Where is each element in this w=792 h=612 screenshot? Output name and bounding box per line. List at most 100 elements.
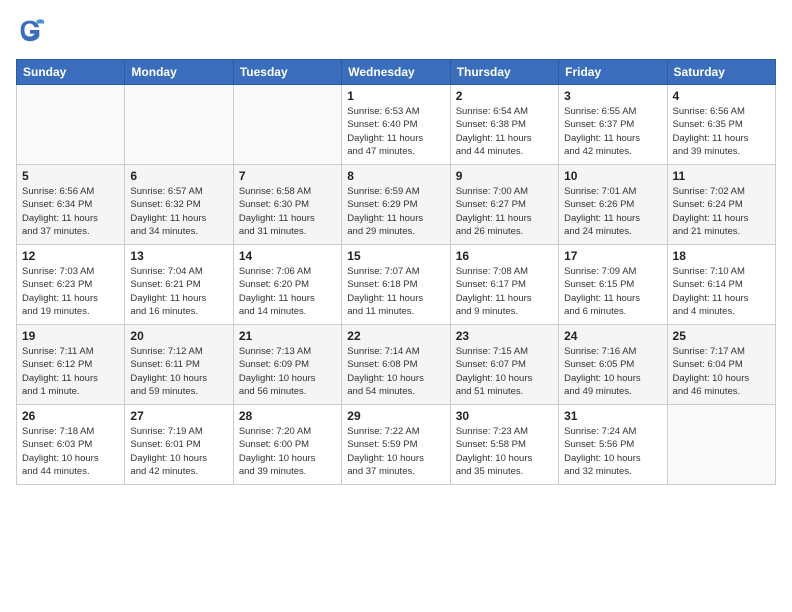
day-info: Sunrise: 6:56 AM Sunset: 6:35 PM Dayligh… bbox=[673, 105, 770, 158]
day-number: 20 bbox=[130, 329, 227, 343]
day-info: Sunrise: 7:14 AM Sunset: 6:08 PM Dayligh… bbox=[347, 345, 444, 398]
calendar-cell: 4 Sunrise: 6:56 AM Sunset: 6:35 PM Daylig… bbox=[667, 85, 775, 165]
calendar-cell: 31 Sunrise: 7:24 AM Sunset: 5:56 PM Dayli… bbox=[559, 405, 667, 485]
day-info: Sunrise: 7:07 AM Sunset: 6:18 PM Dayligh… bbox=[347, 265, 444, 318]
day-info: Sunrise: 7:12 AM Sunset: 6:11 PM Dayligh… bbox=[130, 345, 227, 398]
calendar-week-row: 26 Sunrise: 7:18 AM Sunset: 6:03 PM Dayli… bbox=[17, 405, 776, 485]
calendar-cell: 25Sunrise: 7:17 AM Sunset: 6:04 PM Dayli… bbox=[667, 325, 775, 405]
weekday-header-tuesday: Tuesday bbox=[233, 60, 341, 85]
calendar-cell: 30 Sunrise: 7:23 AM Sunset: 5:58 PM Dayli… bbox=[450, 405, 558, 485]
calendar-cell: 11 Sunrise: 7:02 AM Sunset: 6:24 PM Dayli… bbox=[667, 165, 775, 245]
calendar-cell bbox=[125, 85, 233, 165]
day-info: Sunrise: 6:59 AM Sunset: 6:29 PM Dayligh… bbox=[347, 185, 444, 238]
calendar-cell: 27 Sunrise: 7:19 AM Sunset: 6:01 PM Dayli… bbox=[125, 405, 233, 485]
day-info: Sunrise: 7:11 AM Sunset: 6:12 PM Dayligh… bbox=[22, 345, 119, 398]
logo bbox=[16, 16, 48, 49]
day-info: Sunrise: 7:17 AM Sunset: 6:04 PM Dayligh… bbox=[673, 345, 770, 398]
day-number: 16 bbox=[456, 249, 553, 263]
weekday-header-thursday: Thursday bbox=[450, 60, 558, 85]
header bbox=[16, 16, 776, 49]
day-info: Sunrise: 7:10 AM Sunset: 6:14 PM Dayligh… bbox=[673, 265, 770, 318]
calendar-cell: 10Sunrise: 7:01 AM Sunset: 6:26 PM Dayli… bbox=[559, 165, 667, 245]
day-number: 17 bbox=[564, 249, 661, 263]
day-number: 29 bbox=[347, 409, 444, 423]
calendar-cell: 8Sunrise: 6:59 AM Sunset: 6:29 PM Daylig… bbox=[342, 165, 450, 245]
day-info: Sunrise: 7:18 AM Sunset: 6:03 PM Dayligh… bbox=[22, 425, 119, 478]
day-info: Sunrise: 7:02 AM Sunset: 6:24 PM Dayligh… bbox=[673, 185, 770, 238]
calendar-cell: 22 Sunrise: 7:14 AM Sunset: 6:08 PM Dayli… bbox=[342, 325, 450, 405]
calendar-cell: 18Sunrise: 7:10 AM Sunset: 6:14 PM Dayli… bbox=[667, 245, 775, 325]
calendar-cell: 3 Sunrise: 6:55 AM Sunset: 6:37 PM Daylig… bbox=[559, 85, 667, 165]
calendar-cell: 29 Sunrise: 7:22 AM Sunset: 5:59 PM Dayli… bbox=[342, 405, 450, 485]
logo-icon bbox=[16, 16, 44, 49]
calendar-cell: 26 Sunrise: 7:18 AM Sunset: 6:03 PM Dayli… bbox=[17, 405, 125, 485]
day-info: Sunrise: 7:24 AM Sunset: 5:56 PM Dayligh… bbox=[564, 425, 661, 478]
calendar-cell: 17 Sunrise: 7:09 AM Sunset: 6:15 PM Dayli… bbox=[559, 245, 667, 325]
day-number: 3 bbox=[564, 89, 661, 103]
day-number: 5 bbox=[22, 169, 119, 183]
day-number: 6 bbox=[130, 169, 227, 183]
calendar-table: SundayMondayTuesdayWednesdayThursdayFrid… bbox=[16, 59, 776, 485]
day-info: Sunrise: 6:54 AM Sunset: 6:38 PM Dayligh… bbox=[456, 105, 553, 158]
day-info: Sunrise: 7:22 AM Sunset: 5:59 PM Dayligh… bbox=[347, 425, 444, 478]
day-number: 13 bbox=[130, 249, 227, 263]
day-info: Sunrise: 6:58 AM Sunset: 6:30 PM Dayligh… bbox=[239, 185, 336, 238]
day-info: Sunrise: 7:01 AM Sunset: 6:26 PM Dayligh… bbox=[564, 185, 661, 238]
day-number: 12 bbox=[22, 249, 119, 263]
calendar-week-row: 1 Sunrise: 6:53 AM Sunset: 6:40 PM Daylig… bbox=[17, 85, 776, 165]
calendar-header-row: SundayMondayTuesdayWednesdayThursdayFrid… bbox=[17, 60, 776, 85]
day-info: Sunrise: 7:16 AM Sunset: 6:05 PM Dayligh… bbox=[564, 345, 661, 398]
calendar-cell: 12 Sunrise: 7:03 AM Sunset: 6:23 PM Dayli… bbox=[17, 245, 125, 325]
day-number: 28 bbox=[239, 409, 336, 423]
weekday-header-saturday: Saturday bbox=[667, 60, 775, 85]
calendar-cell: 14 Sunrise: 7:06 AM Sunset: 6:20 PM Dayli… bbox=[233, 245, 341, 325]
calendar-cell: 28 Sunrise: 7:20 AM Sunset: 6:00 PM Dayli… bbox=[233, 405, 341, 485]
calendar-cell: 21 Sunrise: 7:13 AM Sunset: 6:09 PM Dayli… bbox=[233, 325, 341, 405]
day-number: 27 bbox=[130, 409, 227, 423]
day-number: 22 bbox=[347, 329, 444, 343]
day-info: Sunrise: 7:15 AM Sunset: 6:07 PM Dayligh… bbox=[456, 345, 553, 398]
day-number: 21 bbox=[239, 329, 336, 343]
calendar-cell: 2 Sunrise: 6:54 AM Sunset: 6:38 PM Daylig… bbox=[450, 85, 558, 165]
day-info: Sunrise: 7:09 AM Sunset: 6:15 PM Dayligh… bbox=[564, 265, 661, 318]
day-info: Sunrise: 6:57 AM Sunset: 6:32 PM Dayligh… bbox=[130, 185, 227, 238]
day-info: Sunrise: 7:03 AM Sunset: 6:23 PM Dayligh… bbox=[22, 265, 119, 318]
day-info: Sunrise: 7:08 AM Sunset: 6:17 PM Dayligh… bbox=[456, 265, 553, 318]
day-number: 2 bbox=[456, 89, 553, 103]
day-number: 14 bbox=[239, 249, 336, 263]
day-number: 31 bbox=[564, 409, 661, 423]
calendar-cell bbox=[667, 405, 775, 485]
calendar-week-row: 19 Sunrise: 7:11 AM Sunset: 6:12 PM Dayli… bbox=[17, 325, 776, 405]
calendar-cell: 15Sunrise: 7:07 AM Sunset: 6:18 PM Dayli… bbox=[342, 245, 450, 325]
day-number: 4 bbox=[673, 89, 770, 103]
day-number: 19 bbox=[22, 329, 119, 343]
day-info: Sunrise: 6:53 AM Sunset: 6:40 PM Dayligh… bbox=[347, 105, 444, 158]
day-info: Sunrise: 6:56 AM Sunset: 6:34 PM Dayligh… bbox=[22, 185, 119, 238]
calendar-cell: 16 Sunrise: 7:08 AM Sunset: 6:17 PM Dayli… bbox=[450, 245, 558, 325]
day-number: 24 bbox=[564, 329, 661, 343]
day-number: 30 bbox=[456, 409, 553, 423]
day-number: 9 bbox=[456, 169, 553, 183]
weekday-header-sunday: Sunday bbox=[17, 60, 125, 85]
calendar-cell: 1 Sunrise: 6:53 AM Sunset: 6:40 PM Daylig… bbox=[342, 85, 450, 165]
day-info: Sunrise: 6:55 AM Sunset: 6:37 PM Dayligh… bbox=[564, 105, 661, 158]
day-number: 23 bbox=[456, 329, 553, 343]
calendar-cell: 23 Sunrise: 7:15 AM Sunset: 6:07 PM Dayli… bbox=[450, 325, 558, 405]
day-info: Sunrise: 7:13 AM Sunset: 6:09 PM Dayligh… bbox=[239, 345, 336, 398]
day-info: Sunrise: 7:23 AM Sunset: 5:58 PM Dayligh… bbox=[456, 425, 553, 478]
calendar-cell: 5 Sunrise: 6:56 AM Sunset: 6:34 PM Daylig… bbox=[17, 165, 125, 245]
calendar-cell: 9 Sunrise: 7:00 AM Sunset: 6:27 PM Daylig… bbox=[450, 165, 558, 245]
day-info: Sunrise: 7:20 AM Sunset: 6:00 PM Dayligh… bbox=[239, 425, 336, 478]
day-number: 11 bbox=[673, 169, 770, 183]
day-info: Sunrise: 7:19 AM Sunset: 6:01 PM Dayligh… bbox=[130, 425, 227, 478]
weekday-header-monday: Monday bbox=[125, 60, 233, 85]
day-info: Sunrise: 7:00 AM Sunset: 6:27 PM Dayligh… bbox=[456, 185, 553, 238]
day-number: 26 bbox=[22, 409, 119, 423]
calendar-cell: 20 Sunrise: 7:12 AM Sunset: 6:11 PM Dayli… bbox=[125, 325, 233, 405]
calendar-cell: 13Sunrise: 7:04 AM Sunset: 6:21 PM Dayli… bbox=[125, 245, 233, 325]
calendar-cell: 7Sunrise: 6:58 AM Sunset: 6:30 PM Daylig… bbox=[233, 165, 341, 245]
day-number: 1 bbox=[347, 89, 444, 103]
calendar-cell: 6 Sunrise: 6:57 AM Sunset: 6:32 PM Daylig… bbox=[125, 165, 233, 245]
calendar-cell bbox=[233, 85, 341, 165]
day-info: Sunrise: 7:06 AM Sunset: 6:20 PM Dayligh… bbox=[239, 265, 336, 318]
